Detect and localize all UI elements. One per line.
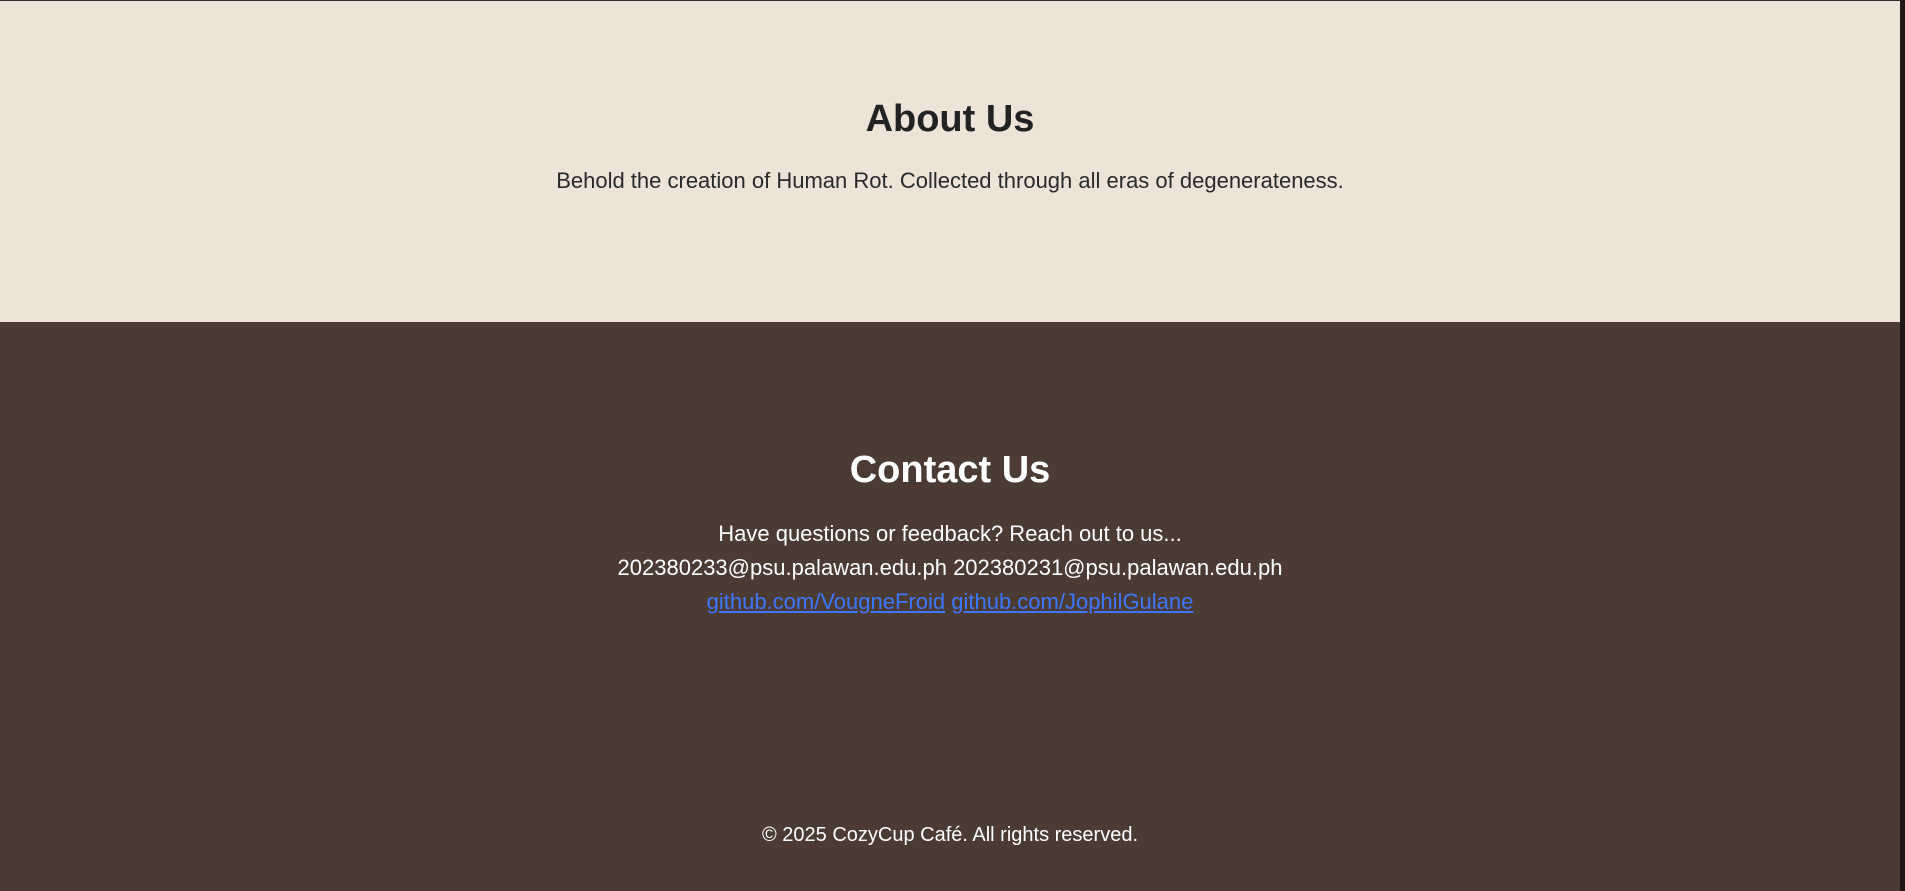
github-link-vougnefroid[interactable]: github.com/VougneFroid — [707, 589, 946, 614]
window-right-edge — [1900, 0, 1905, 891]
about-section: About Us Behold the creation of Human Ro… — [0, 1, 1900, 322]
about-title: About Us — [865, 98, 1035, 140]
email-2: 202380231@psu.palawan.edu.ph — [953, 555, 1283, 580]
about-description: Behold the creation of Human Rot. Collec… — [556, 168, 1344, 193]
contact-emails: 202380233@psu.palawan.edu.ph 202380231@p… — [0, 554, 1900, 582]
contact-title: Contact Us — [849, 449, 1051, 491]
contact-section: Contact Us Have questions or feedback? R… — [0, 322, 1900, 891]
page: About Us Behold the creation of Human Ro… — [0, 0, 1905, 891]
email-1: 202380233@psu.palawan.edu.ph — [617, 555, 947, 580]
contact-prompt: Have questions or feedback? Reach out to… — [718, 521, 1182, 546]
content-area: About Us Behold the creation of Human Ro… — [0, 0, 1900, 891]
footer-copyright: © 2025 CozyCup Café. All rights reserved… — [761, 824, 1139, 846]
github-link-jophilgulane[interactable]: github.com/JophilGulane — [951, 589, 1193, 614]
contact-links: github.com/VougneFroid github.com/Jophil… — [0, 588, 1900, 616]
